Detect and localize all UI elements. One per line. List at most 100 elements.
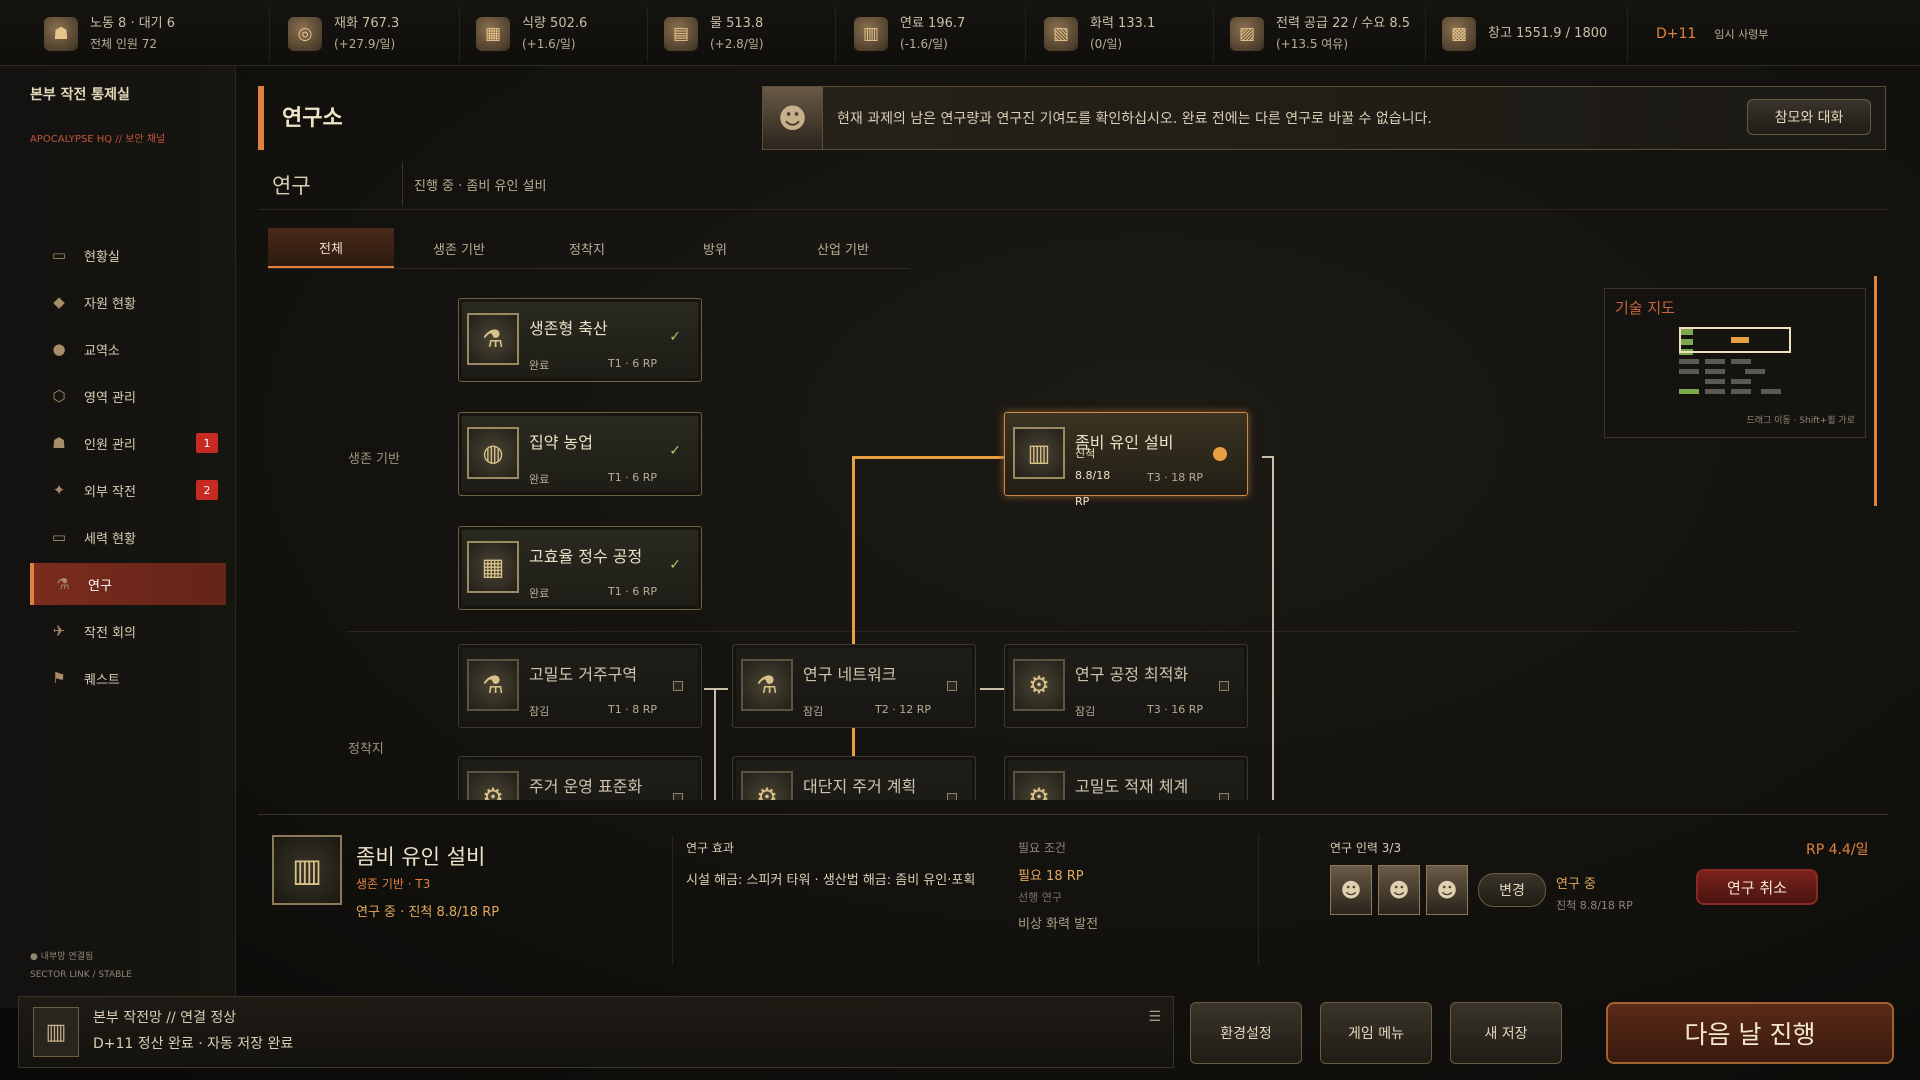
- resource-warehouse[interactable]: ▩ 창고 1551.9 / 1800: [1428, 6, 1628, 62]
- tech-node[interactable]: ▦ 고효율 정수 공정 완료 T1 · 6 RP ✓: [458, 526, 702, 610]
- researcher-portrait[interactable]: ☻: [1378, 865, 1420, 915]
- sidebar-item-trade[interactable]: ● 교역소: [30, 328, 226, 370]
- resource-generator[interactable]: ▨ 전력 공급 22 / 수요 8.5 (+13.5 여유): [1216, 6, 1426, 62]
- hq-icon: ▥: [33, 1007, 79, 1057]
- tech-node[interactable]: ⚗ 연구 네트워크 잠김 T2 · 12 RP: [732, 644, 976, 728]
- sidebar-item-label: 자원 현황: [84, 296, 136, 312]
- resource-fuel-barrel[interactable]: ▥ 연료 196.7 (-1.6/일): [840, 6, 1026, 62]
- generator-icon: ▨: [1230, 17, 1264, 51]
- progress-connector-line: [852, 456, 1016, 459]
- tech-node-progress-unit: RP: [1075, 495, 1090, 508]
- tech-minimap[interactable]: 기술 지도 드래그 이동 · Shift+휠 가로: [1604, 288, 1866, 438]
- detail-divider: [1258, 835, 1259, 965]
- resource-value: 재화 767.3: [334, 16, 400, 31]
- tech-node-name: 고밀도 거주구역: [529, 665, 638, 684]
- tech-node[interactable]: ⚙ 대단지 주거 계획: [732, 756, 976, 800]
- sidebar-title: 본부 작전 통제실: [30, 87, 130, 103]
- requirement-value: 필요 18 RP: [1018, 869, 1084, 884]
- commander-label: 임시 사령부: [1714, 28, 1769, 41]
- minimap-viewport[interactable]: [1679, 327, 1791, 353]
- prerequisite-value: 비상 화력 발전: [1018, 917, 1099, 932]
- advisor-message: 현재 과제의 남은 연구량과 연구진 기여도를 확인하십시오. 완료 전에는 다…: [837, 111, 1432, 127]
- sidebar-item-meeting[interactable]: ✈ 작전 회의: [30, 610, 226, 652]
- resource-delta: (+2.8/일): [710, 37, 764, 51]
- resource-ammo-crate[interactable]: ▧ 화력 133.1 (0/일): [1030, 6, 1214, 62]
- tech-node[interactable]: ◍ 집약 농업 완료 T1 · 6 RP ✓: [458, 412, 702, 496]
- tab-1[interactable]: 생존 기반: [396, 228, 522, 268]
- tech-node[interactable]: ⚙ 연구 공정 최적화 잠김 T3 · 16 RP: [1004, 644, 1248, 728]
- food-crate-icon: ▦: [476, 17, 510, 51]
- research-state: 연구 중: [1556, 877, 1597, 892]
- sidebar-item-label: 세력 현황: [84, 531, 136, 547]
- tech-node-status: 잠김: [1075, 705, 1096, 718]
- section-title: 연구: [272, 174, 311, 198]
- resource-water-tank[interactable]: ▤ 물 513.8 (+2.8/일): [650, 6, 836, 62]
- tech-node-name: 연구 공정 최적화: [1075, 665, 1189, 684]
- sidebar-item-status-room[interactable]: ▭ 현황실: [30, 234, 226, 276]
- tech-node[interactable]: ⚗ 고밀도 거주구역 잠김 T1 · 8 RP: [458, 644, 702, 728]
- settings-button[interactable]: 환경설정: [1190, 1002, 1302, 1064]
- tech-node-icon: ⚗: [467, 659, 519, 711]
- next-day-button[interactable]: 다음 날 진행: [1606, 1002, 1894, 1064]
- section-header: 연구 진행 중 · 좀비 유인 설비: [258, 158, 1888, 210]
- tab-4[interactable]: 산업 기반: [780, 228, 906, 268]
- minimap-node: [1731, 389, 1751, 394]
- lock-square-icon: [1219, 681, 1229, 691]
- sidebar-item-resources[interactable]: ◆ 자원 현황: [30, 281, 226, 323]
- effect-text: 시설 해금: 스피커 타워 · 생산법 해금: 좀비 유인·포획: [686, 873, 976, 888]
- connector-line: [714, 688, 716, 800]
- status-footer: ▥ 본부 작전망 // 연결 정상 D+11 정산 완료 · 자동 저장 완료 …: [18, 996, 1174, 1068]
- tech-node-name: 집약 농업: [529, 433, 593, 452]
- sidebar-item-research[interactable]: ⚗ 연구: [30, 563, 226, 605]
- minimap-node: [1731, 359, 1751, 364]
- tech-node[interactable]: ▥ 좀비 유인 설비 진척 8.8/18 RP T3 · 18 RP: [1004, 412, 1248, 508]
- resource-people[interactable]: ☗ 노동 8 · 대기 6 전체 인원 72: [30, 6, 270, 62]
- sidebar-item-operations[interactable]: ✦ 외부 작전 2: [30, 469, 226, 511]
- tab-0[interactable]: 전체: [268, 228, 394, 268]
- sidebar-item-label: 외부 작전: [84, 484, 136, 500]
- tab-2[interactable]: 정착지: [524, 228, 650, 268]
- change-staff-button[interactable]: 변경: [1478, 873, 1546, 907]
- resource-food-crate[interactable]: ▦ 식량 502.6 (+1.6/일): [462, 6, 648, 62]
- resource-coins[interactable]: ◎ 재화 767.3 (+27.9/일): [274, 6, 460, 62]
- lock-square-icon: [947, 681, 957, 691]
- sidebar-item-personnel[interactable]: ☗ 인원 관리 1: [30, 422, 226, 464]
- save-line: D+11 정산 완료 · 자동 저장 완료: [93, 1036, 294, 1052]
- network-status-text: ● 내부망 연결됨: [30, 952, 94, 962]
- tech-node-status: 완료: [529, 359, 550, 372]
- resource-delta: (+1.6/일): [522, 37, 576, 51]
- tech-node[interactable]: ⚙ 주거 운영 표준화: [458, 756, 702, 800]
- tab-3[interactable]: 방위: [652, 228, 778, 268]
- resource-bar: ☗ 노동 8 · 대기 6 전체 인원 72 ◎ 재화 767.3 (+27.9/일) ▦ 식…: [0, 0, 1920, 66]
- resource-delta: (0/일): [1090, 37, 1123, 51]
- sidebar-item-label: 교역소: [84, 343, 120, 359]
- researcher-portrait[interactable]: ☻: [1330, 865, 1372, 915]
- tech-node-icon: ▦: [467, 541, 519, 593]
- talk-to-advisor-button[interactable]: 참모와 대화: [1747, 99, 1871, 135]
- notification-badge: 1: [196, 433, 218, 453]
- game-menu-button[interactable]: 게임 메뉴: [1320, 1002, 1432, 1064]
- app-window: ☗ 노동 8 · 대기 6 전체 인원 72 ◎ 재화 767.3 (+27.9/일) ▦ 식…: [0, 0, 1920, 1080]
- log-menu-icon[interactable]: ☰: [1148, 1009, 1161, 1025]
- checkmark-icon: ✓: [669, 329, 681, 345]
- tech-node[interactable]: ⚙ 고밀도 적재 체계: [1004, 756, 1248, 800]
- sidebar-item-label: 연구: [88, 578, 112, 594]
- personnel-icon: ☗: [52, 434, 66, 452]
- tech-node[interactable]: ⚗ 생존형 축산 완료 T1 · 6 RP ✓: [458, 298, 702, 382]
- research-icon: ⚗: [56, 575, 70, 593]
- connection-status: ● 내부망 연결됨 SECTOR LINK / STABLE: [30, 948, 132, 984]
- current-research-label: 진행 중 · 좀비 유인 설비: [414, 179, 547, 194]
- sidebar-item-territory[interactable]: ⬡ 영역 관리: [30, 375, 226, 417]
- resource-value: 노동 8 · 대기 6: [90, 16, 176, 31]
- tech-node-icon: ◍: [467, 427, 519, 479]
- new-save-button[interactable]: 새 저장: [1450, 1002, 1562, 1064]
- lock-square-icon: [673, 681, 683, 691]
- tree-scrollbar[interactable]: [1874, 276, 1877, 506]
- researcher-portrait[interactable]: ☻: [1426, 865, 1468, 915]
- cancel-research-button[interactable]: 연구 취소: [1696, 869, 1818, 905]
- sidebar-item-factions[interactable]: ▭ 세력 현황: [30, 516, 226, 558]
- tech-node-icon: ⚙: [467, 771, 519, 800]
- tech-node-name: 대단지 주거 계획: [803, 777, 917, 796]
- sidebar-item-quest[interactable]: ⚑ 퀘스트: [30, 657, 226, 699]
- resource-delta: 전체 인원 72: [90, 37, 158, 51]
